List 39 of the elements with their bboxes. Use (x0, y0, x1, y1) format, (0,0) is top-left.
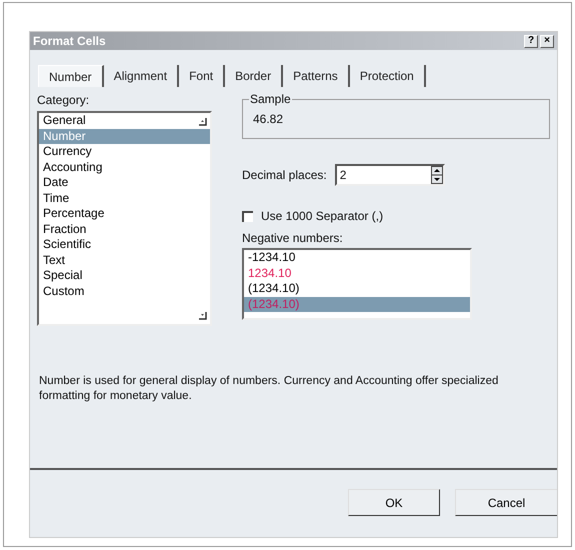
list-item[interactable]: Scientific (39, 237, 210, 252)
tab[interactable]: Font (179, 65, 226, 87)
category-list[interactable]: General Number Currency Accounting Date Time Percentage Fraction Scientific Text Special Custom (37, 111, 212, 326)
tab[interactable]: Border (225, 65, 284, 87)
negative-numbers-label: Negative numbers: (242, 231, 344, 245)
spin-arrows-icon[interactable] (430, 166, 443, 184)
list-item[interactable]: General (39, 113, 210, 128)
dialog-button[interactable]: Cancel (455, 489, 557, 516)
close-button[interactable]: × (540, 34, 554, 48)
negative-numbers-list[interactable]: -1234.10 1234.10 (1234.10) (1234.10) (242, 248, 472, 320)
category-label: Category: (37, 93, 90, 107)
decimal-places-spinner[interactable]: 2 (334, 164, 445, 186)
scroll-up-icon[interactable] (198, 117, 207, 126)
list-item[interactable]: Text (39, 252, 210, 268)
list-item[interactable]: Fraction (39, 222, 210, 237)
tab[interactable]: Number (38, 65, 104, 87)
list-item[interactable]: Date (39, 175, 210, 190)
window-title: Format Cells (33, 34, 107, 48)
checkbox[interactable] (242, 210, 253, 222)
list-item[interactable]: -1234.10 (244, 250, 470, 266)
list-item[interactable]: Percentage (39, 206, 210, 222)
sample-value: 46.82 (253, 112, 284, 126)
tab[interactable]: Protection (350, 65, 426, 87)
list-item[interactable]: Accounting (39, 160, 210, 175)
list-item[interactable]: Custom (39, 284, 210, 299)
help-button[interactable]: ? (524, 34, 538, 48)
list-item[interactable]: (1234.10) (244, 281, 470, 296)
list-item[interactable]: Time (39, 190, 210, 206)
sample-label: Sample (249, 92, 292, 106)
list-item[interactable]: 1234.10 (244, 266, 470, 281)
list-item[interactable]: Special (39, 268, 210, 284)
dialog-button[interactable]: OK (348, 489, 440, 516)
tab[interactable]: Patterns (283, 65, 350, 87)
scroll-down-icon[interactable] (198, 311, 207, 320)
list-item[interactable]: Currency (39, 144, 210, 160)
tab[interactable]: Alignment (104, 65, 180, 87)
decimal-places-label: Decimal places: (242, 168, 327, 182)
separator-label: Use 1000 Separator (,) (261, 209, 384, 223)
description-text: Number is used for general display of numbers. Currency and Accounting offer specialized formatting for monetary value. (39, 374, 500, 404)
